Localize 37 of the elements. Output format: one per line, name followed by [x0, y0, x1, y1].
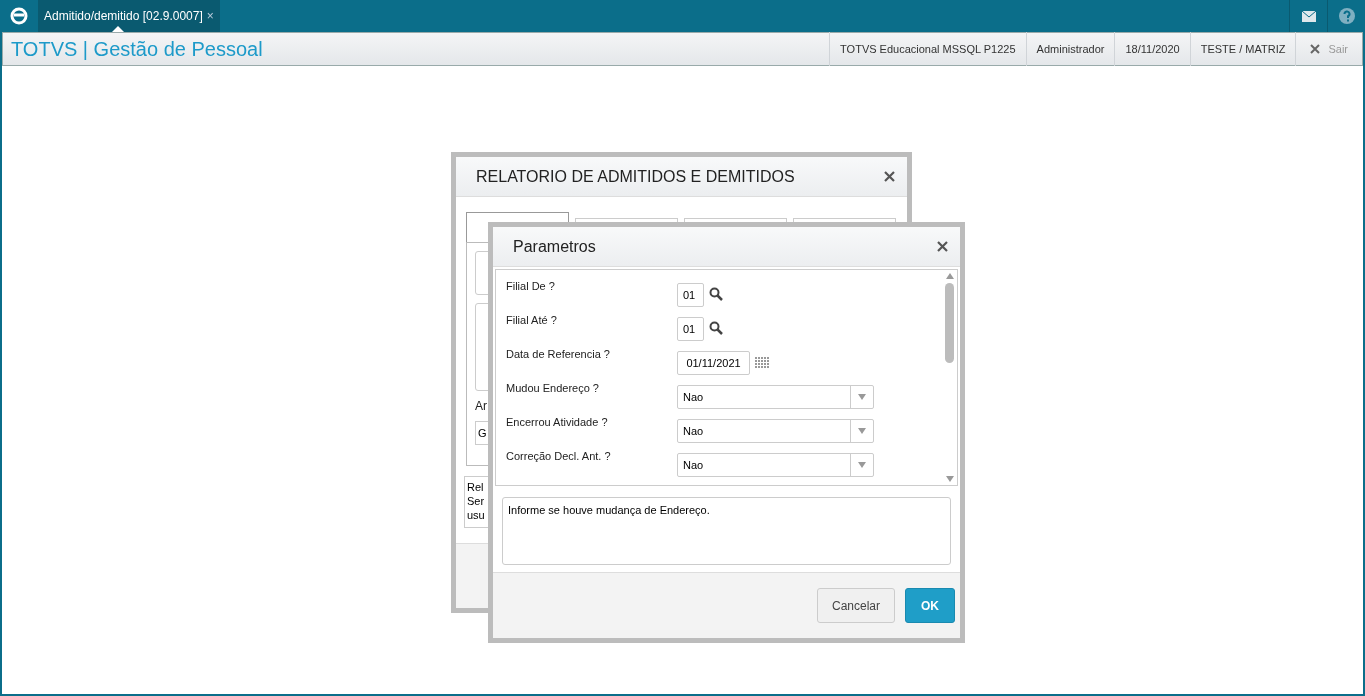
field-label: Ar — [475, 399, 488, 413]
select-field[interactable]: Nao — [677, 385, 874, 409]
input-field[interactable]: 01 — [677, 283, 704, 307]
scroll-down-icon — [945, 476, 954, 482]
caret-icon — [858, 394, 866, 400]
help-text: Informe se houve mudança de Endereço. — [502, 497, 951, 565]
app-title: TOTVS | Gestão de Pessoal — [10, 37, 263, 61]
date-field[interactable]: 01/11/2021 — [677, 351, 750, 375]
select-field[interactable]: Nao — [677, 453, 874, 477]
field-label: Encerrou Atividade ? — [506, 415, 609, 428]
field-label: Correção Decl. Ant. ? — [506, 449, 612, 462]
scroll-up-icon — [945, 273, 954, 279]
scrollbar-thumb[interactable] — [945, 283, 954, 363]
dialog-title: RELATORIO DE ADMITIDOS E DEMITIDOS — [476, 167, 795, 186]
logo-icon[interactable] — [10, 7, 28, 25]
header-info: 18/11/2020 — [1114, 32, 1190, 66]
search-icon[interactable] — [709, 321, 723, 335]
search-icon[interactable] — [709, 287, 723, 301]
caret-icon — [858, 462, 866, 468]
calendar-icon[interactable] — [755, 357, 770, 370]
header-info: Administrador — [1025, 32, 1115, 66]
header-info: TESTE / MATRIZ — [1189, 32, 1296, 66]
field-label: Filial De ? — [506, 279, 556, 292]
cancel-button[interactable]: Cancelar — [817, 588, 895, 623]
select-field[interactable]: Nao — [677, 419, 874, 443]
app-tab[interactable]: Admitido/demitido [02.9.0007] × — [38, 0, 220, 32]
header-info: TOTVS Educacional MSSQL P1225 — [829, 32, 1026, 66]
close-icon[interactable] — [937, 241, 948, 252]
dialog-title: Parametros — [513, 237, 596, 256]
close-icon[interactable] — [884, 171, 895, 182]
close-icon[interactable] — [1310, 44, 1321, 54]
field-label: Mudou Endereço ? — [506, 381, 600, 394]
field-label: Data de Referencia ? — [506, 347, 611, 360]
input-field[interactable]: 01 — [677, 317, 704, 341]
field-label: Filial Até ? — [506, 313, 558, 326]
mail-icon[interactable] — [1301, 10, 1316, 22]
caret-icon — [858, 428, 866, 434]
